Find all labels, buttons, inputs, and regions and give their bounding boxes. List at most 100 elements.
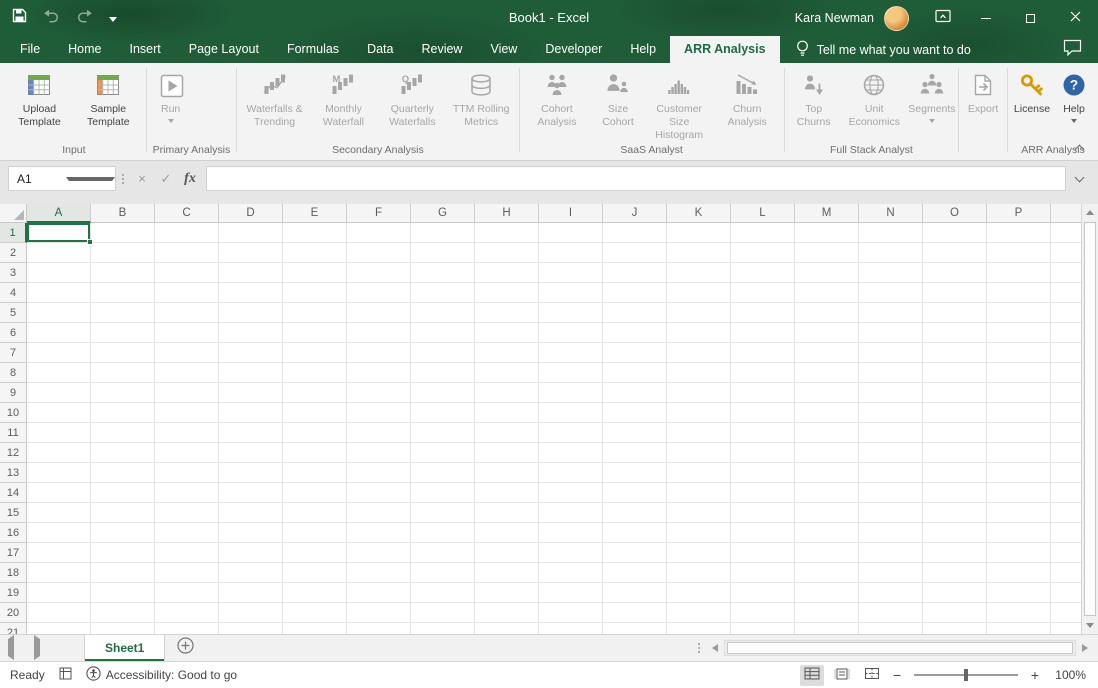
cell-F3[interactable] (347, 263, 411, 283)
cell-B8[interactable] (91, 363, 155, 383)
row-header-18[interactable]: 18 (0, 563, 27, 583)
cell-O9[interactable] (923, 383, 987, 403)
cell-D13[interactable] (219, 463, 283, 483)
cell-J13[interactable] (603, 463, 667, 483)
cell-E19[interactable] (283, 583, 347, 603)
cell-D20[interactable] (219, 603, 283, 623)
cell-O12[interactable] (923, 443, 987, 463)
horizontal-scrollbar-thumb[interactable] (727, 642, 1073, 654)
cell-H19[interactable] (475, 583, 539, 603)
row-header-6[interactable]: 6 (0, 323, 27, 343)
cell-J10[interactable] (603, 403, 667, 423)
cell-H11[interactable] (475, 423, 539, 443)
cell-I9[interactable] (539, 383, 603, 403)
cell-overflow-21[interactable] (1051, 623, 1081, 634)
cell-I17[interactable] (539, 543, 603, 563)
cell-A20[interactable] (27, 603, 91, 623)
cell-L16[interactable] (731, 523, 795, 543)
cell-L18[interactable] (731, 563, 795, 583)
cell-N16[interactable] (859, 523, 923, 543)
upload-template-button[interactable]: Upload Template (5, 65, 74, 143)
cell-B3[interactable] (91, 263, 155, 283)
segments-button[interactable]: Segments (909, 65, 956, 143)
cell-G9[interactable] (411, 383, 475, 403)
cell-G4[interactable] (411, 283, 475, 303)
cell-G13[interactable] (411, 463, 475, 483)
cell-H12[interactable] (475, 443, 539, 463)
cell-F14[interactable] (347, 483, 411, 503)
sheet-tab-sheet1[interactable]: Sheet1 (84, 635, 165, 661)
cell-K13[interactable] (667, 463, 731, 483)
cell-K20[interactable] (667, 603, 731, 623)
zoom-level[interactable]: 100% (1048, 668, 1086, 682)
cell-C7[interactable] (155, 343, 219, 363)
zoom-slider[interactable] (914, 674, 1018, 676)
cell-H8[interactable] (475, 363, 539, 383)
cell-M17[interactable] (795, 543, 859, 563)
cell-L10[interactable] (731, 403, 795, 423)
cell-P12[interactable] (987, 443, 1051, 463)
row-header-2[interactable]: 2 (0, 243, 27, 263)
cell-K14[interactable] (667, 483, 731, 503)
cell-overflow-5[interactable] (1051, 303, 1081, 323)
accessibility-checker[interactable]: Accessibility: Good to go (86, 666, 237, 684)
ribbon-tab-view[interactable]: View (476, 36, 531, 63)
cell-I10[interactable] (539, 403, 603, 423)
cell-O21[interactable] (923, 623, 987, 634)
cell-D10[interactable] (219, 403, 283, 423)
cell-A18[interactable] (27, 563, 91, 583)
ribbon-tab-home[interactable]: Home (54, 36, 115, 63)
cell-P19[interactable] (987, 583, 1051, 603)
cell-L2[interactable] (731, 243, 795, 263)
column-header-G[interactable]: G (411, 204, 475, 223)
cell-H15[interactable] (475, 503, 539, 523)
cell-N1[interactable] (859, 223, 923, 243)
cell-D5[interactable] (219, 303, 283, 323)
cell-F8[interactable] (347, 363, 411, 383)
page-layout-view-button[interactable] (830, 665, 854, 686)
scroll-down-button[interactable] (1082, 617, 1098, 634)
cell-B4[interactable] (91, 283, 155, 303)
cell-E12[interactable] (283, 443, 347, 463)
cell-J17[interactable] (603, 543, 667, 563)
cell-C12[interactable] (155, 443, 219, 463)
cell-O3[interactable] (923, 263, 987, 283)
account-name[interactable]: Kara Newman (795, 11, 874, 25)
cell-N11[interactable] (859, 423, 923, 443)
cell-P20[interactable] (987, 603, 1051, 623)
cell-L17[interactable] (731, 543, 795, 563)
cell-K12[interactable] (667, 443, 731, 463)
close-button[interactable] (1053, 0, 1098, 36)
cell-L20[interactable] (731, 603, 795, 623)
cell-N19[interactable] (859, 583, 923, 603)
cell-E6[interactable] (283, 323, 347, 343)
cell-C15[interactable] (155, 503, 219, 523)
undo-button[interactable] (43, 9, 60, 28)
cell-E18[interactable] (283, 563, 347, 583)
column-header-O[interactable]: O (923, 204, 987, 223)
row-header-7[interactable]: 7 (0, 343, 27, 363)
cell-F13[interactable] (347, 463, 411, 483)
cell-O20[interactable] (923, 603, 987, 623)
cell-K15[interactable] (667, 503, 731, 523)
monthly-waterfall-button[interactable]: MMonthly Waterfall (309, 65, 378, 143)
cell-L7[interactable] (731, 343, 795, 363)
cell-D17[interactable] (219, 543, 283, 563)
cell-overflow-4[interactable] (1051, 283, 1081, 303)
cell-O18[interactable] (923, 563, 987, 583)
cell-A10[interactable] (27, 403, 91, 423)
macro-record-button[interactable] (59, 667, 72, 683)
cell-B14[interactable] (91, 483, 155, 503)
cell-F10[interactable] (347, 403, 411, 423)
cell-M7[interactable] (795, 343, 859, 363)
cell-overflow-3[interactable] (1051, 263, 1081, 283)
cell-H6[interactable] (475, 323, 539, 343)
cell-F21[interactable] (347, 623, 411, 634)
cell-D9[interactable] (219, 383, 283, 403)
cell-L1[interactable] (731, 223, 795, 243)
cell-G6[interactable] (411, 323, 475, 343)
cell-D8[interactable] (219, 363, 283, 383)
cell-P10[interactable] (987, 403, 1051, 423)
name-box-dropdown[interactable] (66, 177, 115, 181)
cell-I7[interactable] (539, 343, 603, 363)
